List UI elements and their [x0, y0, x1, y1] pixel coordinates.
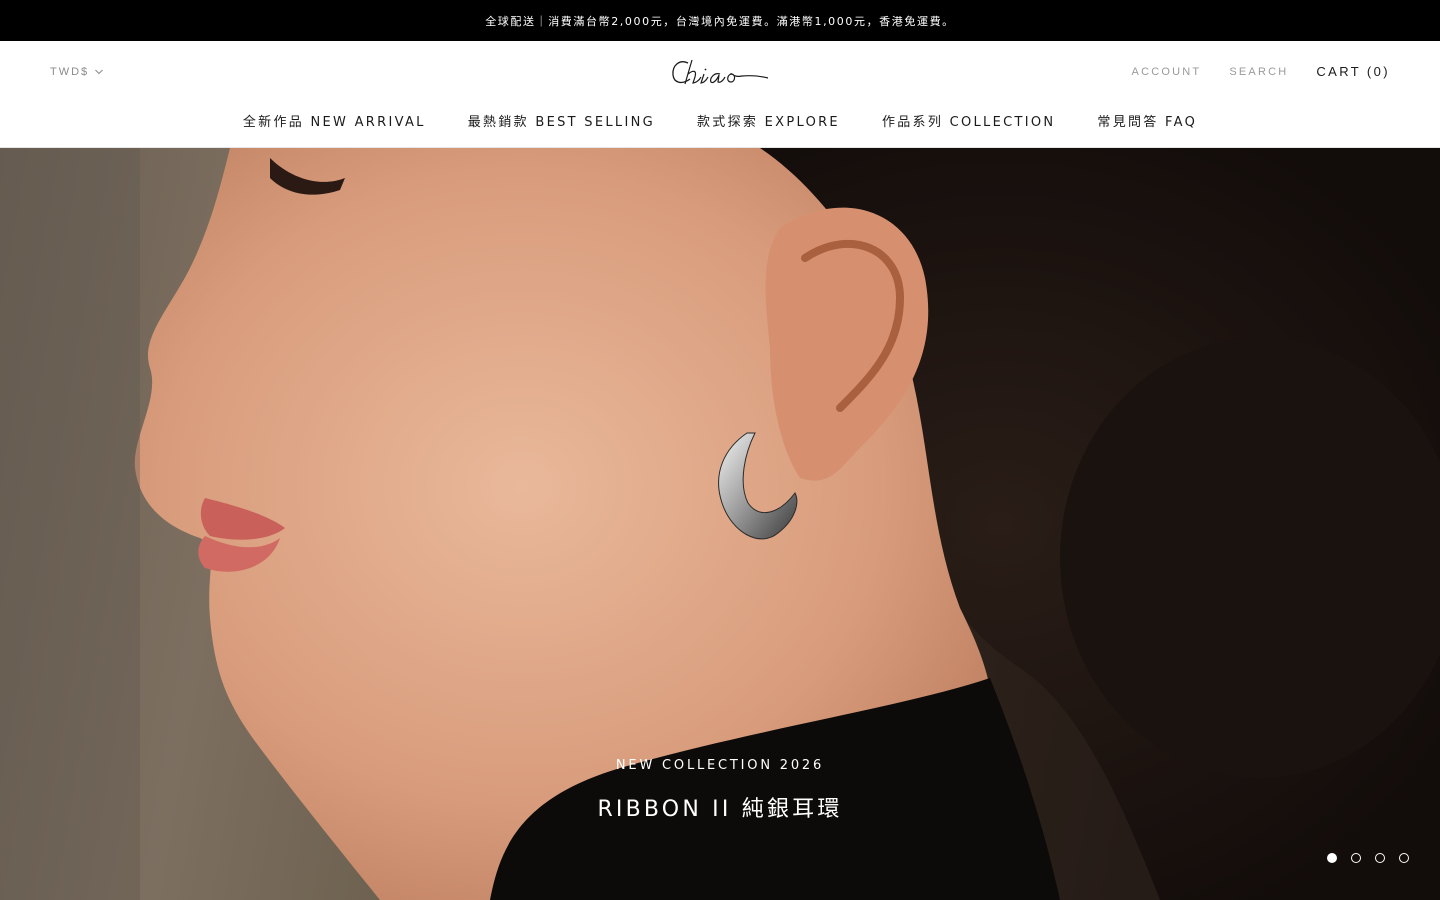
site-header: TWD$ ACCOUNT SEARCH CART (0) 全新作品 NEW AR… — [0, 41, 1440, 148]
nav-item-new-arrival[interactable]: 全新作品 NEW ARRIVAL — [243, 111, 426, 130]
cart-link[interactable]: CART (0) — [1316, 64, 1390, 79]
logo[interactable] — [668, 55, 772, 91]
slide-pagination — [1327, 853, 1409, 863]
nav-item-faq[interactable]: 常見問答 FAQ — [1097, 111, 1197, 130]
nav-item-explore[interactable]: 款式探索 EXPLORE — [697, 111, 840, 130]
hero-title[interactable]: RIBBON II 純銀耳環 — [0, 791, 1440, 823]
slide-dot-2[interactable] — [1351, 853, 1361, 863]
chevron-down-icon — [95, 69, 104, 75]
currency-selector[interactable]: TWD$ — [50, 66, 104, 78]
slide-dot-3[interactable] — [1375, 853, 1385, 863]
search-link[interactable]: SEARCH — [1229, 66, 1288, 78]
main-nav: 全新作品 NEW ARRIVAL 最熱銷款 BEST SELLING 款式探索 … — [0, 111, 1440, 130]
hero-subtitle: NEW COLLECTION 2026 — [615, 758, 825, 773]
announcement-text: 全球配送｜消費滿台幣2,000元，台灣境內免運費。滿港幣1,000元，香港免運費… — [485, 14, 955, 28]
nav-item-collection[interactable]: 作品系列 COLLECTION — [882, 111, 1055, 130]
hero-slideshow: NEW COLLECTION 2026 RIBBON II 純銀耳環 — [0, 148, 1440, 900]
announcement-bar: 全球配送｜消費滿台幣2,000元，台灣境內免運費。滿港幣1,000元，香港免運費… — [0, 0, 1440, 41]
hero-caption: NEW COLLECTION 2026 RIBBON II 純銀耳環 — [0, 758, 1440, 823]
slide-dot-1[interactable] — [1327, 853, 1337, 863]
nav-item-best-selling[interactable]: 最熱銷款 BEST SELLING — [468, 111, 655, 130]
header-actions: ACCOUNT SEARCH CART (0) — [1132, 64, 1390, 79]
account-link[interactable]: ACCOUNT — [1132, 66, 1202, 78]
slide-dot-4[interactable] — [1399, 853, 1409, 863]
currency-value: TWD$ — [50, 66, 90, 78]
